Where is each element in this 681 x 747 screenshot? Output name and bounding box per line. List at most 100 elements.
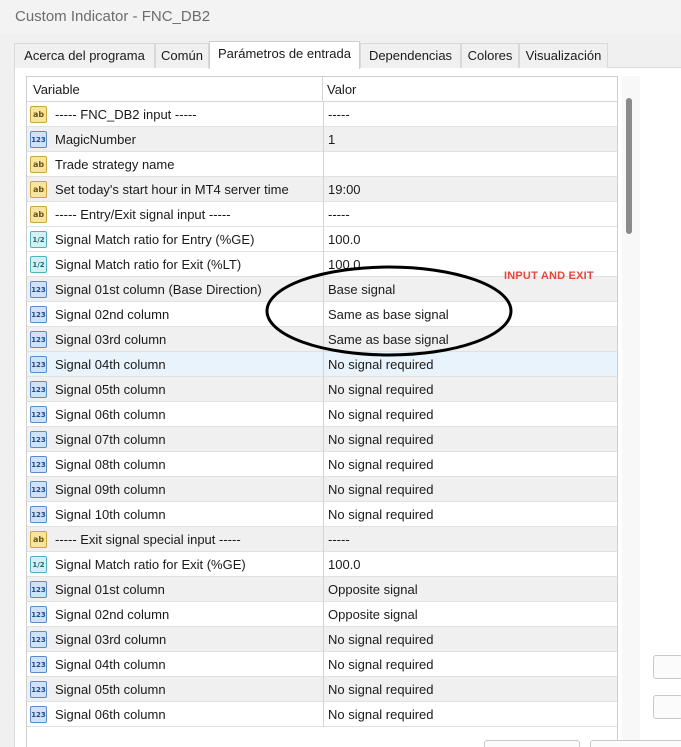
side-button[interactable] — [653, 655, 681, 679]
variable-cell[interactable]: 123 Signal 06th column — [27, 402, 322, 427]
value-cell[interactable]: ----- — [323, 102, 617, 127]
side-button[interactable] — [653, 695, 681, 719]
tab-parametros[interactable]: Parámetros de entrada — [209, 41, 360, 69]
variable-cell[interactable]: 1/2 Signal Match ratio for Exit (%LT) — [27, 252, 322, 277]
value-cell[interactable]: Same as base signal — [323, 302, 617, 327]
table-row[interactable]: 123 Signal 05th column No signal required — [27, 677, 617, 702]
integer-type-icon: 123 — [30, 581, 47, 598]
variable-name: ----- FNC_DB2 input ----- — [55, 107, 197, 122]
table-row[interactable]: 123 Signal 04th column No signal required — [27, 352, 617, 377]
variable-cell[interactable]: 123 Signal 03rd column — [27, 327, 322, 352]
bottom-button[interactable] — [484, 740, 580, 747]
value-cell[interactable] — [323, 152, 617, 177]
table-row[interactable]: 123 Signal 04th column No signal required — [27, 652, 617, 677]
value-cell[interactable]: No signal required — [323, 477, 617, 502]
value-cell[interactable]: 100.0 — [323, 227, 617, 252]
table-row[interactable]: 123 Signal 01st column Opposite signal — [27, 577, 617, 602]
variable-name: Signal 04th column — [55, 357, 166, 372]
variable-cell[interactable]: 123 Signal 10th column — [27, 502, 322, 527]
variable-cell[interactable]: 1/2 Signal Match ratio for Exit (%GE) — [27, 552, 322, 577]
table-row[interactable]: ab Trade strategy name — [27, 152, 617, 177]
variable-cell[interactable]: ab Set today's start hour in MT4 server t… — [27, 177, 322, 202]
table-row[interactable]: ab ----- Entry/Exit signal input ----- ---… — [27, 202, 617, 227]
variable-cell[interactable]: 123 Signal 08th column — [27, 452, 322, 477]
value-text: Same as base signal — [328, 307, 449, 322]
grid-header: Variable Valor — [27, 77, 617, 102]
table-row[interactable]: 123 Signal 06th column No signal required — [27, 702, 617, 727]
value-cell[interactable]: No signal required — [323, 452, 617, 477]
variable-cell[interactable]: 123 Signal 02nd column — [27, 602, 322, 627]
value-cell[interactable]: Opposite signal — [323, 602, 617, 627]
variable-cell[interactable]: 123 Signal 06th column — [27, 702, 322, 727]
value-cell[interactable]: 19:00 — [323, 177, 617, 202]
value-cell[interactable]: Opposite signal — [323, 577, 617, 602]
variable-cell[interactable]: 123 Signal 01st column — [27, 577, 322, 602]
variable-cell[interactable]: 123 Signal 04th column — [27, 652, 322, 677]
integer-type-icon: 123 — [30, 506, 47, 523]
value-cell[interactable]: No signal required — [323, 652, 617, 677]
table-row[interactable]: 123 Signal 03rd column Same as base signal — [27, 327, 617, 352]
bottom-button[interactable] — [590, 740, 681, 747]
table-row[interactable]: 123 Signal 10th column No signal required — [27, 502, 617, 527]
double-type-icon: 1/2 — [30, 556, 47, 573]
vertical-scrollbar[interactable] — [622, 76, 640, 747]
tab-acerca[interactable]: Acerca del programa — [14, 43, 155, 68]
string-type-icon: ab — [30, 156, 47, 173]
value-cell[interactable]: Same as base signal — [323, 327, 617, 352]
tab-comun[interactable]: Común — [155, 43, 209, 68]
variable-name: Trade strategy name — [55, 157, 175, 172]
table-row[interactable]: 123 Signal 06th column No signal required — [27, 402, 617, 427]
table-row[interactable]: 123 Signal 09th column No signal required — [27, 477, 617, 502]
variable-cell[interactable]: 1/2 Signal Match ratio for Entry (%GE) — [27, 227, 322, 252]
table-row[interactable]: 123 Signal 03rd column No signal required — [27, 627, 617, 652]
variable-name: Signal Match ratio for Exit (%LT) — [55, 257, 242, 272]
variable-cell[interactable]: 123 Signal 02nd column — [27, 302, 322, 327]
table-row[interactable]: 123 Signal 07th column No signal required — [27, 427, 617, 452]
value-cell[interactable]: No signal required — [323, 502, 617, 527]
table-row[interactable]: ab Set today's start hour in MT4 server t… — [27, 177, 617, 202]
variable-cell[interactable]: 123 Signal 03rd column — [27, 627, 322, 652]
variable-cell[interactable]: 123 MagicNumber — [27, 127, 322, 152]
table-row[interactable]: ab ----- FNC_DB2 input ----- ----- — [27, 102, 617, 127]
column-header-variable[interactable]: Variable — [33, 82, 80, 97]
table-row[interactable]: 1/2 Signal Match ratio for Exit (%GE) 100.… — [27, 552, 617, 577]
tab-visualizacion[interactable]: Visualización — [519, 43, 608, 68]
table-row[interactable]: ab ----- Exit signal special input ----- -… — [27, 527, 617, 552]
variable-cell[interactable]: 123 Signal 07th column — [27, 427, 322, 452]
value-cell[interactable]: No signal required — [323, 427, 617, 452]
value-cell[interactable]: No signal required — [323, 352, 617, 377]
value-text: Base signal — [328, 282, 396, 297]
value-cell[interactable]: 1 — [323, 127, 617, 152]
variable-name: Signal 03rd column — [55, 632, 167, 647]
variable-cell[interactable]: ab Trade strategy name — [27, 152, 322, 177]
scrollbar-thumb[interactable] — [626, 98, 632, 234]
value-cell[interactable]: No signal required — [323, 402, 617, 427]
variable-cell[interactable]: 123 Signal 05th column — [27, 377, 322, 402]
variable-cell[interactable]: ab ----- Entry/Exit signal input ----- — [27, 202, 322, 227]
variable-name: MagicNumber — [55, 132, 136, 147]
table-row[interactable]: 123 MagicNumber 1 — [27, 127, 617, 152]
variable-cell[interactable]: 123 Signal 04th column — [27, 352, 322, 377]
column-header-value[interactable]: Valor — [327, 82, 356, 97]
variable-cell[interactable]: 123 Signal 01st column (Base Direction) — [27, 277, 322, 302]
variable-cell[interactable]: 123 Signal 09th column — [27, 477, 322, 502]
tab-colores[interactable]: Colores — [461, 43, 519, 68]
variable-cell[interactable]: ab ----- Exit signal special input ----- — [27, 527, 322, 552]
table-row[interactable]: 123 Signal 02nd column Opposite signal — [27, 602, 617, 627]
value-cell[interactable]: 100.0 — [323, 552, 617, 577]
variable-cell[interactable]: 123 Signal 05th column — [27, 677, 322, 702]
value-cell[interactable]: ----- — [323, 202, 617, 227]
table-row[interactable]: 123 Signal 08th column No signal required — [27, 452, 617, 477]
value-cell[interactable]: No signal required — [323, 377, 617, 402]
table-row[interactable]: 123 Signal 05th column No signal required — [27, 377, 617, 402]
value-cell[interactable]: ----- — [323, 527, 617, 552]
value-cell[interactable]: No signal required — [323, 702, 617, 727]
table-row[interactable]: 123 Signal 02nd column Same as base signal — [27, 302, 617, 327]
table-row[interactable]: 1/2 Signal Match ratio for Entry (%GE) 100… — [27, 227, 617, 252]
string-type-icon: ab — [30, 531, 47, 548]
variable-cell[interactable]: ab ----- FNC_DB2 input ----- — [27, 102, 322, 127]
value-cell[interactable]: No signal required — [323, 677, 617, 702]
value-cell[interactable]: No signal required — [323, 627, 617, 652]
integer-type-icon: 123 — [30, 406, 47, 423]
tab-dependencias[interactable]: Dependencias — [360, 43, 461, 68]
